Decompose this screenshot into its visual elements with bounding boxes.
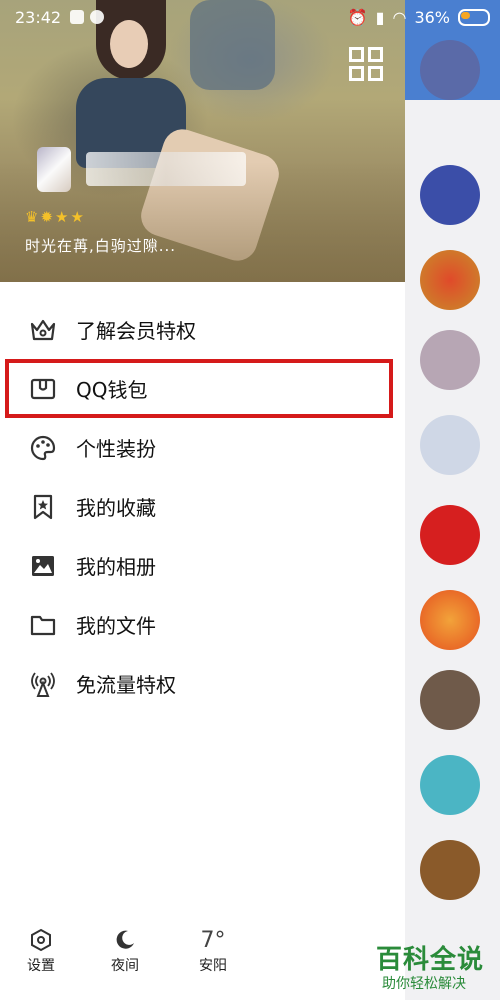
qr-code-icon[interactable] xyxy=(349,47,383,81)
avatar xyxy=(420,590,480,650)
watermark-subtitle: 助你轻松解决 xyxy=(382,976,466,992)
weather-temperature: 7° xyxy=(200,927,226,953)
wifi-icon: ◠ xyxy=(392,8,407,27)
menu-item-favorites[interactable]: 我的收藏 xyxy=(0,477,405,536)
chat-notification-icon xyxy=(90,10,104,24)
menu-item-free-data[interactable]: 免流量特权 xyxy=(0,654,405,713)
battery-icon xyxy=(458,9,490,26)
avatar xyxy=(420,165,480,225)
alarm-icon: ⏰ xyxy=(347,8,368,27)
star-badge-icon: ★ xyxy=(55,208,69,226)
battery-percent: 36% xyxy=(414,8,450,27)
crown-icon xyxy=(28,315,58,345)
menu-item-label: QQ钱包 xyxy=(76,378,148,402)
settings-button[interactable]: 设置 xyxy=(11,925,71,975)
night-mode-label: 夜间 xyxy=(111,958,139,974)
weather-button[interactable]: 7° 安阳 xyxy=(183,925,243,975)
bookmark-star-icon xyxy=(28,492,58,522)
status-bar: 23:42 ⏰ ▮ ◠ 36% xyxy=(0,0,500,36)
profile-header[interactable]: ♛ ✹ ★ ★ 时光在苒,白驹过隙... xyxy=(0,0,405,282)
menu-item-qq-wallet[interactable]: QQ钱包 xyxy=(5,359,393,418)
menu-item-label: 免流量特权 xyxy=(76,673,176,697)
menu-item-files[interactable]: 我的文件 xyxy=(0,595,405,654)
night-mode-button[interactable]: 夜间 xyxy=(95,925,155,975)
nickname[interactable] xyxy=(86,152,246,186)
menu-item-label: 个性装扮 xyxy=(76,437,156,461)
avatar xyxy=(420,755,480,815)
watermark-logo: 百科全说 助你轻松解决 xyxy=(368,935,500,1000)
settings-label: 设置 xyxy=(27,958,55,974)
watermark-title: 百科全说 xyxy=(376,945,485,975)
menu-item-personalize[interactable]: 个性装扮 xyxy=(0,418,405,477)
avatar[interactable] xyxy=(37,147,71,192)
wallet-icon xyxy=(28,374,58,404)
drawer-menu: 了解会员特权 QQ钱包 个性装扮 我的收藏 我的相册 我的文件 免流量特权 xyxy=(0,300,405,713)
background-chat-list xyxy=(405,0,500,1000)
menu-item-album[interactable]: 我的相册 xyxy=(0,536,405,595)
menu-item-label: 我的收藏 xyxy=(76,496,156,520)
menu-item-label: 了解会员特权 xyxy=(76,319,196,343)
folder-icon xyxy=(28,610,58,640)
avatar xyxy=(420,505,480,565)
weather-city: 安阳 xyxy=(199,958,227,974)
avatar xyxy=(420,670,480,730)
settings-icon xyxy=(11,925,71,955)
crown-badge-icon: ♛ xyxy=(25,208,39,226)
image-icon xyxy=(28,551,58,581)
tiktok-icon xyxy=(70,10,84,24)
sun-badge-icon: ✹ xyxy=(40,208,54,226)
side-drawer: ♛ ✹ ★ ★ 时光在苒,白驹过隙... 了解会员特权 QQ钱包 个性装扮 我的… xyxy=(0,0,405,1000)
avatar xyxy=(420,840,480,900)
signal-icon: ▮ xyxy=(375,8,385,27)
star-badge-icon: ★ xyxy=(70,208,84,226)
avatar xyxy=(420,330,480,390)
drawer-bottom-bar: 设置 夜间 7° 安阳 xyxy=(0,925,405,995)
vip-badges[interactable]: ♛ ✹ ★ ★ xyxy=(25,208,84,226)
avatar xyxy=(420,40,480,100)
antenna-icon xyxy=(28,669,58,699)
moon-icon xyxy=(95,925,155,955)
menu-item-label: 我的文件 xyxy=(76,614,156,638)
signature-text[interactable]: 时光在苒,白驹过隙... xyxy=(25,235,176,256)
menu-item-vip-privileges[interactable]: 了解会员特权 xyxy=(0,300,405,359)
avatar xyxy=(420,415,480,475)
status-time: 23:42 xyxy=(15,8,62,27)
menu-item-label: 我的相册 xyxy=(76,555,156,579)
avatar xyxy=(420,250,480,310)
palette-icon xyxy=(28,433,58,463)
